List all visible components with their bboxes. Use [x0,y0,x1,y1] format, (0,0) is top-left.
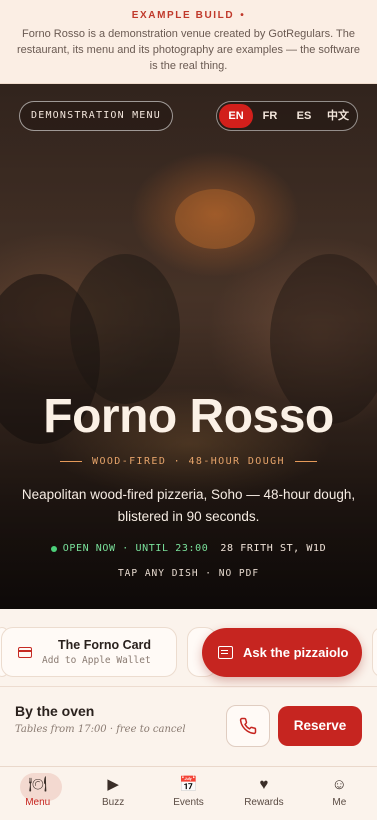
demonstration-menu-pill[interactable]: DEMONSTRATION MENU [19,101,173,131]
tab-me[interactable]: ☺ Me [302,767,377,820]
tab-buzz-label: Buzz [101,797,125,808]
tab-menu[interactable]: 🍽 Menu [0,767,75,820]
forno-card[interactable]: The Forno Card Add to Apple Wallet [1,627,177,677]
reserve-bar: By the oven Tables from 17:00 · free to … [0,688,377,766]
tagline-rule-left [60,461,83,462]
tab-buzz[interactable]: ▶ Buzz [75,767,150,820]
tagline: WOOD-FIRED · 48-HOUR DOUGH [0,456,377,467]
language-option-en[interactable]: EN [219,104,253,128]
tab-menu-label: Menu [25,797,51,808]
open-status-dot-icon [50,545,57,552]
carousel-card-edge[interactable] [372,627,377,677]
banner-title-text: EXAMPLE BUILD [131,10,235,21]
call-button[interactable] [226,705,270,747]
banner-bullet: • [240,10,246,21]
restaurant-title: Forno Rosso [43,390,334,443]
chat-icon [218,646,233,659]
demo-banner: EXAMPLE BUILD • Forno Rosso is a demonstr… [0,0,377,84]
tagline-rule-right [294,461,317,462]
forno-card-subtitle: Add to Apple Wallet [42,655,151,666]
open-status: OPEN NOW · UNTIL 23:00 28 FRITH ST, W1D [0,543,377,554]
banner-title: EXAMPLE BUILD • [14,10,363,21]
tab-rewards[interactable]: ♥ Rewards [226,767,301,820]
tab-rewards-label: Rewards [244,797,284,808]
tab-me-label: Me [332,797,347,808]
language-option-zh[interactable]: 中文 [321,104,355,128]
calendar-icon: 📅 [179,776,198,793]
restaurant-description: Neapolitan wood-fired pizzeria, Soho — 4… [21,487,356,524]
ask-pizzaiolo-button[interactable]: Ask the pizzaiolo [202,628,362,677]
ask-pizzaiolo-label: Ask the pizzaiolo [243,645,349,660]
banner-text: Forno Rosso is a demonstration venue cre… [16,28,360,72]
reserve-title: By the oven [15,703,95,719]
smiley-icon: ☺ [331,776,347,793]
open-status-text: OPEN NOW · UNTIL 23:00 [62,543,209,554]
play-icon: ▶ [107,776,119,793]
bottom-tab-bar: 🍽 Menu ▶ Buzz 📅 Events ♥ Rewards ☺ Me [0,766,377,820]
phone-icon [239,717,257,735]
address-text: 28 FRITH ST, W1D [220,543,327,554]
tagline-text: WOOD-FIRED · 48-HOUR DOUGH [92,456,285,467]
language-switcher: EN FR ES 中文 [216,101,358,131]
card-icon [18,647,32,658]
forno-card-title: The Forno Card [58,638,152,652]
hero-photo-figure [70,254,180,404]
hero-photo-oven-glow [175,189,255,249]
menu-icon: 🍽 [28,776,48,793]
tap-hint: TAP ANY DISH · NO PDF [117,568,260,579]
heart-icon: ♥ [259,776,269,793]
tab-events-label: Events [173,797,204,808]
reserve-button[interactable]: Reserve [278,706,362,746]
reserve-subtitle: Tables from 17:00 · free to cancel [15,724,186,735]
language-option-fr[interactable]: FR [253,104,287,128]
tab-events[interactable]: 📅 Events [151,767,226,820]
language-option-es[interactable]: ES [287,104,321,128]
hero-section: DEMONSTRATION MENU EN FR ES 中文 Forno Ros… [0,84,377,609]
